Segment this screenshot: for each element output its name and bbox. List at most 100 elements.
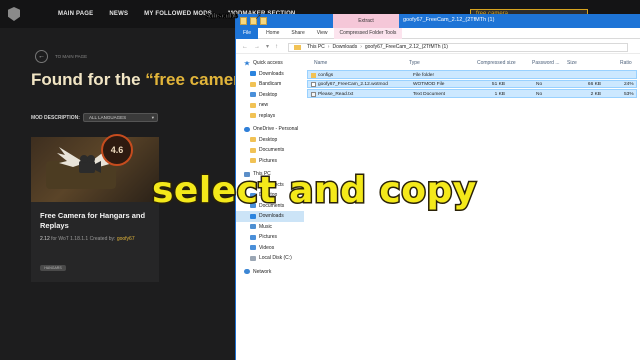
back-to-main-page-link[interactable]: TO MAIN PAGE [55, 54, 87, 59]
folder-icon [250, 158, 256, 163]
disk-icon [250, 255, 256, 261]
file-ratio: 24% [624, 82, 634, 87]
screen: MAIN PAGE NEWS MY FOLLOWED MODS MODMAKER… [0, 0, 640, 360]
nav-pane-item[interactable]: replays [236, 111, 304, 122]
nav-pane-item-label: Quick access [253, 60, 283, 66]
file-icon [311, 82, 316, 87]
new-folder-icon[interactable] [240, 17, 247, 25]
column-header-size[interactable]: Size [567, 60, 577, 66]
file-name: configs [318, 72, 334, 78]
folder-icon [250, 102, 256, 108]
nav-pane-item-label: Pictures [259, 157, 278, 164]
tab-home[interactable]: Home [260, 28, 285, 39]
nav-pane-item-label: Videos [259, 244, 275, 251]
mod-tag[interactable]: HANGARS [40, 265, 66, 271]
recent-locations-icon[interactable]: ▾ [266, 43, 269, 50]
breadcrumb-downloads[interactable]: Downloads [332, 44, 357, 50]
blue-icon [250, 234, 256, 240]
nav-pane-item[interactable]: Pictures [236, 232, 304, 243]
site-logo[interactable] [0, 0, 28, 28]
nav-pane-item-label: new [259, 102, 269, 108]
nav-pane-item[interactable]: Desktop [236, 135, 304, 146]
nav-pane-item[interactable]: Local Disk (C:) [236, 253, 304, 264]
shield-logo-icon [8, 7, 20, 21]
nav-pane-item-label: Local Disk (C:) [259, 255, 292, 261]
tab-share[interactable]: Share [285, 28, 310, 39]
nav-pane-item[interactable]: Pictures [236, 156, 304, 167]
folder-icon [250, 81, 256, 87]
back-icon[interactable]: ← [242, 44, 248, 50]
breadcrumb-current-folder[interactable]: goofy67_FreeCam_2.12_(2TfMTh (1) [365, 44, 448, 50]
tab-view[interactable]: View [311, 28, 334, 39]
extract-context-tab[interactable]: Extract [333, 14, 399, 28]
forward-icon[interactable]: → [254, 44, 260, 50]
file-compressed-size: 51 KB [491, 82, 505, 87]
mod-card[interactable]: Free Camera for Hangars and Replays 2.12… [31, 137, 159, 282]
nav-pane-item[interactable]: Music [236, 222, 304, 233]
nav-pane-item[interactable]: Downloads [236, 69, 304, 80]
nav-pane-item-label: OneDrive - Personal [253, 126, 299, 132]
blue-icon [250, 245, 256, 250]
mod-card-meta: 2.12 for WoT 1.18.1.1 Created by: goofy6… [40, 236, 135, 242]
nav-my-followed-mods[interactable]: MY FOLLOWED MODS [144, 11, 212, 17]
file-compressed-size: 1 KB [494, 91, 505, 97]
mod-author-link[interactable]: goofy67 [117, 236, 135, 242]
nav-pane-item-label: Downloads [259, 70, 284, 77]
mod-card-title[interactable]: Free Camera for Hangars and Replays [40, 211, 152, 231]
window-title: goofy67_FreeCam_2.12_(2TfMTh (1) [403, 17, 495, 23]
column-header-name[interactable]: Name [314, 60, 327, 66]
mod-version: 2.12 [40, 236, 50, 242]
mod-game-version: for WoT 1.18.1.1 [51, 236, 89, 242]
nav-news[interactable]: NEWS [109, 11, 128, 17]
nav-pane-item[interactable]: Documents [236, 145, 304, 156]
table-row[interactable]: configs File folder [307, 70, 637, 79]
file-password: No [536, 91, 543, 97]
breadcrumb-this-pc[interactable]: This PC [307, 44, 325, 50]
blue-icon [250, 92, 256, 97]
file-type: WOTMOD File [413, 82, 445, 87]
file-size: 66 KB [587, 82, 601, 87]
chevron-down-icon: ▾ [151, 115, 154, 120]
mod-description-label: MOD DESCRIPTION: [31, 115, 80, 121]
file-icon [311, 91, 316, 97]
nav-pane-item-label: Pictures [259, 234, 278, 240]
nav-pane-item[interactable]: new [236, 100, 304, 111]
subscribe-watermark: subscribe [205, 13, 239, 21]
folder-icon [311, 72, 316, 78]
file-name: goofy67_FreeCam_2.12.wotmod [318, 82, 388, 87]
net-icon [244, 269, 250, 274]
tab-file[interactable]: File [236, 27, 259, 39]
music-icon [250, 224, 256, 229]
folder-icon [250, 147, 256, 153]
nav-pane-item-label: Music [259, 223, 273, 230]
dl-icon [250, 213, 256, 219]
nav-pane-item[interactable]: Bandicam [236, 79, 304, 90]
created-by-label: Created by: [89, 236, 116, 242]
nav-pane-item-label: Desktop [259, 136, 278, 143]
language-select[interactable]: ALL LANGUAGES ▾ [83, 113, 158, 122]
nav-pane-item-label: Desktop [259, 91, 278, 98]
table-row[interactable]: Please_Read.txt Text Document 1 KB No 2 KB 53… [307, 89, 637, 98]
breadcrumb[interactable]: This PC › Downloads › goofy67_FreeCam_2.12_(… [288, 43, 628, 52]
column-header-password[interactable]: Password ... [532, 60, 560, 66]
explorer-title-bar[interactable]: Extract goofy67_FreeCam_2.12_(2TfMTh (1) [236, 14, 640, 28]
nav-pane-item-label: Network [253, 268, 272, 275]
tab-compressed-folder-tools[interactable]: Compressed Folder Tools [333, 27, 403, 39]
back-arrow-icon[interactable]: ← [35, 50, 48, 63]
column-header-compressed-size[interactable]: Compressed size [477, 60, 516, 66]
nav-pane-item[interactable]: Quick access [236, 58, 304, 69]
nav-pane-item[interactable]: OneDrive - Personal [236, 124, 304, 135]
nav-pane-item[interactable]: Downloads [236, 211, 304, 222]
file-name: Please_Read.txt [318, 91, 354, 97]
nav-main-page[interactable]: MAIN PAGE [58, 11, 93, 17]
table-row[interactable]: goofy67_FreeCam_2.12.wotmod WOTMOD File 51… [307, 79, 637, 88]
file-type: File folder [413, 72, 435, 78]
mod-card-thumbnail[interactable] [31, 137, 159, 202]
up-icon[interactable]: ↑ [275, 44, 278, 50]
breadcrumb-separator-icon: › [327, 44, 330, 50]
nav-pane-item[interactable]: Network [236, 267, 304, 278]
column-header-type[interactable]: Type [409, 60, 420, 66]
nav-pane-item[interactable]: Desktop [236, 90, 304, 101]
nav-pane-item[interactable]: Videos [236, 243, 304, 254]
column-header-ratio[interactable]: Ratio [620, 60, 632, 66]
